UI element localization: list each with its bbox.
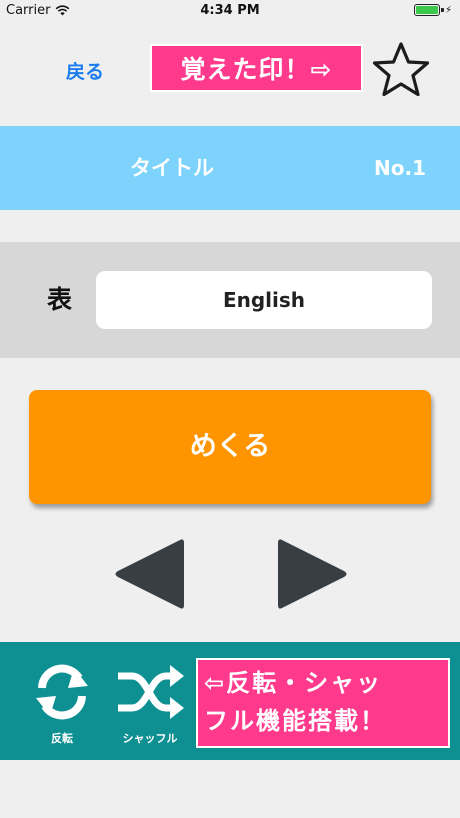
shuffle-button[interactable]: シャッフル bbox=[110, 660, 190, 746]
face-text-field[interactable]: English bbox=[96, 271, 432, 329]
battery-icon bbox=[413, 4, 444, 16]
back-button[interactable]: 戻る bbox=[66, 57, 104, 84]
face-label: 表 bbox=[47, 285, 73, 314]
feature-line-1: ⇦反転・シャッ bbox=[204, 669, 383, 697]
bottom-background bbox=[0, 760, 460, 818]
charging-bolt-icon: ⚡ bbox=[444, 4, 452, 16]
triangle-left-icon[interactable] bbox=[112, 536, 186, 612]
card-title: タイトル bbox=[130, 156, 214, 180]
bottom-toolbar: 反転 シャッフル ⇦反転・シャッ フル機能搭載！ bbox=[0, 642, 460, 760]
shuffle-label: シャッフル bbox=[122, 732, 178, 745]
star-outline-icon[interactable] bbox=[370, 40, 432, 100]
triangle-right-icon[interactable] bbox=[276, 536, 350, 612]
status-bar: Carrier 4:34 PM ⚡ bbox=[0, 0, 460, 22]
card-number: No.1 bbox=[374, 156, 426, 180]
feature-banner: ⇦反転・シャッ フル機能搭載！ bbox=[196, 658, 450, 748]
battery-fill bbox=[415, 6, 438, 14]
feature-line-2: フル機能搭載！ bbox=[204, 707, 386, 735]
flip-button[interactable]: めくる bbox=[29, 390, 431, 504]
face-band: 表 English bbox=[0, 242, 460, 358]
status-time: 4:34 PM bbox=[200, 3, 260, 18]
status-right: ⚡ bbox=[413, 4, 452, 16]
marked-banner: 覚えた印！⇨ bbox=[150, 44, 363, 92]
reverse-label: 反転 bbox=[51, 732, 73, 745]
title-band: タイトル No.1 bbox=[0, 126, 460, 210]
refresh-icon bbox=[36, 664, 88, 720]
reverse-button[interactable]: 反転 bbox=[22, 660, 102, 746]
shuffle-icon bbox=[118, 665, 184, 719]
